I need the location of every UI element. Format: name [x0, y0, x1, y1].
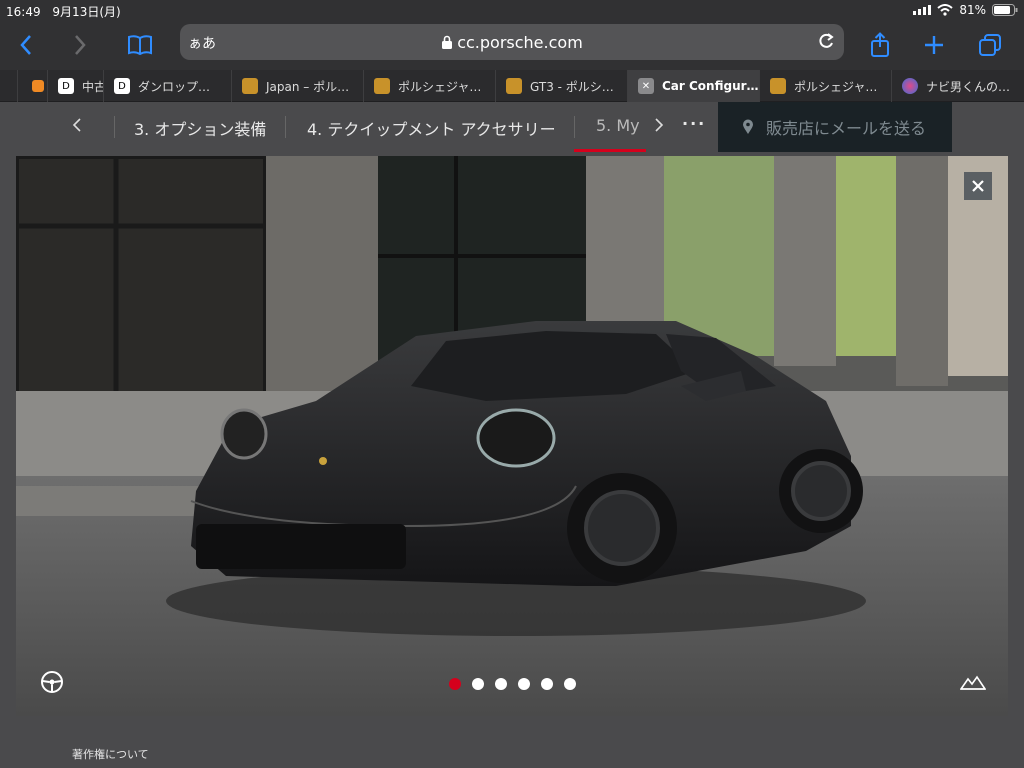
gallery-dot-1[interactable]	[449, 678, 461, 690]
tab-partial[interactable]	[18, 70, 48, 102]
porsche-crest-icon	[506, 78, 522, 94]
gallery-dot-3[interactable]	[495, 678, 507, 690]
tab-label: 中古	[82, 79, 104, 94]
tab-5[interactable]: GT3 - ポルシ…	[496, 70, 628, 102]
site-favicon-icon	[32, 80, 44, 92]
battery-percent: 81%	[959, 3, 986, 17]
tab-label: ポルシェジャ…	[794, 79, 878, 94]
step-my-porsche[interactable]: 5. My Pc	[596, 116, 646, 135]
bookmarks-icon[interactable]	[124, 29, 156, 61]
gallery-pagination	[449, 678, 576, 690]
tab-spacer	[0, 70, 18, 102]
step-navigation: 3. オプション装備 4. テクイップメント アクセサリー 5. My Pc ·…	[0, 102, 1024, 152]
tab-4[interactable]: ポルシェジャ…	[364, 70, 496, 102]
battery-icon	[992, 4, 1018, 16]
dunlop-logo-icon: D	[58, 78, 74, 94]
wifi-icon	[937, 4, 953, 16]
status-time: 16:49	[6, 5, 41, 19]
steps-prev-chevron-icon[interactable]	[72, 117, 82, 137]
step-accessories[interactable]: 4. テクイップメント アクセサリー	[307, 116, 556, 140]
tab-label: ナビ男くんの…	[926, 79, 1011, 94]
back-chevron-icon[interactable]	[10, 29, 42, 61]
status-date: 9月13日(月)	[52, 5, 121, 19]
address-bar[interactable]: ぁあ cc.porsche.com	[180, 24, 844, 60]
tabs-icon[interactable]	[974, 29, 1006, 61]
tab-8[interactable]: ナビ男くんの…	[892, 70, 1024, 102]
map-pin-icon	[743, 119, 753, 134]
scene-button[interactable]	[959, 672, 987, 696]
configurator-page: 3. オプション装備 4. テクイップメント アクセサリー 5. My Pc ·…	[0, 102, 1024, 768]
tab-7[interactable]: ポルシェジャ…	[760, 70, 892, 102]
tab-label: Japan – ポル…	[266, 79, 350, 94]
dealer-email-label: 販売店にメールを送る	[766, 119, 927, 138]
steering-wheel-icon	[41, 671, 63, 693]
browser-toolbar: ぁあ cc.porsche.com	[0, 20, 1024, 70]
new-tab-icon[interactable]	[918, 29, 950, 61]
status-left: 16:49 9月13日(月)	[6, 3, 121, 20]
reload-icon[interactable]	[816, 31, 836, 55]
tab-1[interactable]: D 中古	[48, 70, 104, 102]
url-display[interactable]: cc.porsche.com	[180, 33, 844, 52]
porsche-crest-icon	[242, 78, 258, 94]
tab-3[interactable]: Japan – ポル…	[232, 70, 364, 102]
tab-2[interactable]: D ダンロップ…	[104, 70, 232, 102]
gallery-dot-2[interactable]	[472, 678, 484, 690]
landscape-icon	[959, 675, 987, 690]
share-icon[interactable]	[864, 29, 896, 61]
active-step-indicator	[574, 149, 646, 152]
tab-label: ポルシェジャ…	[398, 79, 482, 94]
step-options[interactable]: 3. オプション装備	[134, 116, 266, 140]
step-divider	[114, 116, 115, 138]
copyright-link[interactable]: 著作権について	[72, 746, 149, 762]
car-photo	[16, 156, 1008, 716]
url-text: cc.porsche.com	[457, 33, 583, 52]
steps-next-chevron-icon[interactable]	[654, 117, 664, 137]
car-gallery[interactable]	[16, 156, 1008, 716]
porsche-crest-icon	[770, 78, 786, 94]
close-tab-icon[interactable]: ✕	[638, 78, 654, 94]
gallery-dot-4[interactable]	[518, 678, 530, 690]
porsche-crest-icon	[374, 78, 390, 94]
signal-icon	[913, 5, 932, 15]
interior-view-button[interactable]	[40, 670, 64, 698]
dealer-email-button[interactable]: 販売店にメールを送る	[718, 102, 952, 152]
tab-label: Car Configur…	[662, 79, 759, 93]
close-gallery-button[interactable]	[964, 172, 992, 200]
step-divider	[285, 116, 286, 138]
tab-bar: D 中古 D ダンロップ… Japan – ポル… ポルシェジャ… GT3 - …	[0, 70, 1024, 102]
more-icon[interactable]: ···	[682, 114, 706, 133]
status-bar: 16:49 9月13日(月) 81%	[0, 0, 1024, 20]
forward-chevron-icon[interactable]	[64, 29, 96, 61]
gallery-dot-6[interactable]	[564, 678, 576, 690]
gallery-dot-5[interactable]	[541, 678, 553, 690]
dunlop-logo-icon: D	[114, 78, 130, 94]
tab-6-active[interactable]: ✕ Car Configur…	[628, 70, 760, 102]
navi-favicon-icon	[902, 78, 918, 94]
status-right: 81%	[913, 3, 1018, 17]
step-divider	[574, 116, 575, 138]
tab-label: GT3 - ポルシ…	[530, 79, 614, 94]
close-icon	[972, 180, 984, 192]
tab-label: ダンロップ…	[138, 79, 211, 94]
lock-icon	[442, 35, 453, 49]
